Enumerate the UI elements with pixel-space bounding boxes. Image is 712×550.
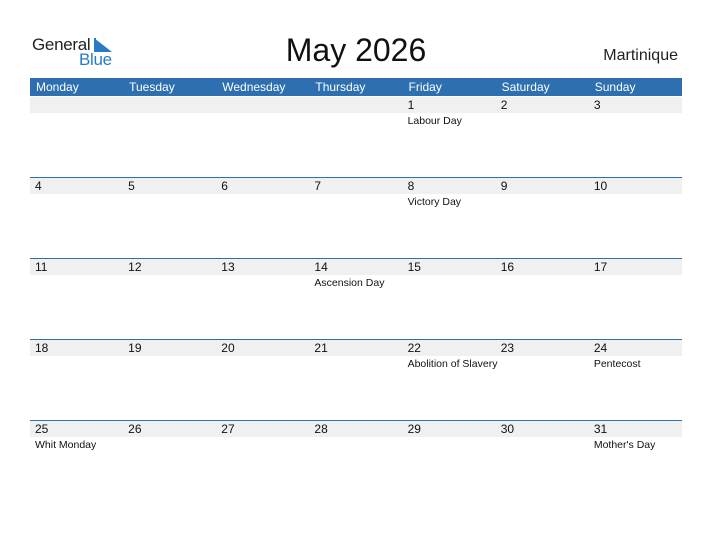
weekday-header: Monday Tuesday Wednesday Thursday Friday… xyxy=(30,78,682,96)
weekday-saturday: Saturday xyxy=(501,80,550,94)
day-cell: 12 xyxy=(123,259,216,340)
day-number: 20 xyxy=(221,340,235,355)
day-number: 27 xyxy=(221,421,235,436)
day-cell xyxy=(30,97,123,178)
day-cell: 18 xyxy=(30,340,123,421)
day-cell xyxy=(309,97,402,178)
day-number: 19 xyxy=(128,340,142,355)
day-cell: 17 xyxy=(589,259,682,340)
holiday-label: Mother's Day xyxy=(593,438,656,451)
day-number: 25 xyxy=(35,421,49,436)
weekday-sunday: Sunday xyxy=(594,80,636,94)
day-number: 12 xyxy=(128,259,142,274)
day-number: 7 xyxy=(314,178,322,193)
day-number: 29 xyxy=(407,421,421,436)
day-cell: 4 xyxy=(30,178,123,259)
day-number: 16 xyxy=(500,259,515,274)
day-cell: 27 xyxy=(216,421,309,502)
day-number: 26 xyxy=(128,421,142,436)
day-number: 13 xyxy=(221,259,235,274)
day-cell: 24 Pentecost xyxy=(589,340,682,421)
day-cell: 28 xyxy=(309,421,402,502)
weekday-monday: Monday xyxy=(36,80,79,94)
day-number: 28 xyxy=(314,421,328,436)
day-cell: 7 xyxy=(309,178,402,259)
day-number: 30 xyxy=(500,421,515,436)
day-number: 15 xyxy=(407,259,421,274)
day-cell: 25 Whit Monday xyxy=(30,421,123,502)
day-cell: 8 Victory Day xyxy=(403,178,496,259)
day-cell: 20 xyxy=(216,340,309,421)
day-cell: 2 xyxy=(496,97,589,178)
day-cell: 13 xyxy=(216,259,309,340)
week-row: 18 19 20 21 22 Abolition of Slavery 23 24 Pentec… xyxy=(30,338,682,421)
day-number: 22 xyxy=(407,340,421,355)
day-number: 31 xyxy=(593,421,608,436)
day-cell: 30 xyxy=(496,421,589,502)
week-row: 11 12 13 14 Ascension Day 15 16 17 xyxy=(30,257,682,340)
day-cell: 3 xyxy=(589,97,682,178)
weekday-thursday: Thursday xyxy=(315,80,366,94)
day-cell: 9 xyxy=(496,178,589,259)
day-number: 2 xyxy=(500,98,508,112)
day-number: 18 xyxy=(35,340,49,355)
weekday-friday: Friday xyxy=(408,80,442,94)
day-number: 23 xyxy=(500,340,515,355)
week-row: 4 5 6 7 8 Victory Day 9 10 xyxy=(30,176,682,259)
holiday-label: Victory Day xyxy=(407,195,462,208)
day-number: 9 xyxy=(500,178,508,193)
day-cell: 21 xyxy=(309,340,402,421)
week-row: 1 Labour Day 2 3 xyxy=(30,97,682,178)
day-number: 3 xyxy=(593,98,601,112)
holiday-label: Whit Monday xyxy=(35,438,97,451)
day-cell: 31 Mother's Day xyxy=(589,421,682,502)
day-cell: 10 xyxy=(589,178,682,259)
day-number: 5 xyxy=(128,178,135,193)
holiday-label: Labour Day xyxy=(407,115,462,127)
day-cell: 26 xyxy=(123,421,216,502)
weekday-tuesday: Tuesday xyxy=(129,80,175,94)
day-number: 8 xyxy=(407,178,415,193)
day-cell: 14 Ascension Day xyxy=(309,259,402,340)
day-cell: 22 Abolition of Slavery xyxy=(403,340,498,421)
holiday-label: Pentecost xyxy=(593,357,641,370)
day-number: 17 xyxy=(593,259,608,274)
day-number: 14 xyxy=(314,259,328,274)
day-cell: 15 xyxy=(403,259,496,340)
day-cell: 6 xyxy=(216,178,309,259)
day-cell: 11 xyxy=(30,259,123,340)
day-number: 24 xyxy=(593,340,608,355)
day-cell xyxy=(123,97,216,178)
weekday-wednesday: Wednesday xyxy=(222,80,286,94)
day-number: 11 xyxy=(35,259,48,274)
week-row: 25 Whit Monday 26 27 28 29 30 31 Mother's Day xyxy=(30,419,682,502)
day-number: 10 xyxy=(593,178,608,193)
day-cell: 1 Labour Day xyxy=(403,97,496,178)
day-cell: 23 xyxy=(496,340,589,421)
day-cell: 5 xyxy=(123,178,216,259)
day-number: 21 xyxy=(314,340,328,355)
country-label: Martinique xyxy=(603,47,678,64)
holiday-label: Abolition of Slavery xyxy=(407,357,498,370)
holiday-label: Ascension Day xyxy=(314,276,385,289)
day-cell: 29 xyxy=(403,421,496,502)
day-number: 1 xyxy=(407,98,415,112)
day-cell: 19 xyxy=(123,340,216,421)
day-number: 6 xyxy=(221,178,228,193)
day-cell xyxy=(216,97,309,178)
day-cell: 16 xyxy=(496,259,589,340)
day-number: 4 xyxy=(35,178,42,193)
